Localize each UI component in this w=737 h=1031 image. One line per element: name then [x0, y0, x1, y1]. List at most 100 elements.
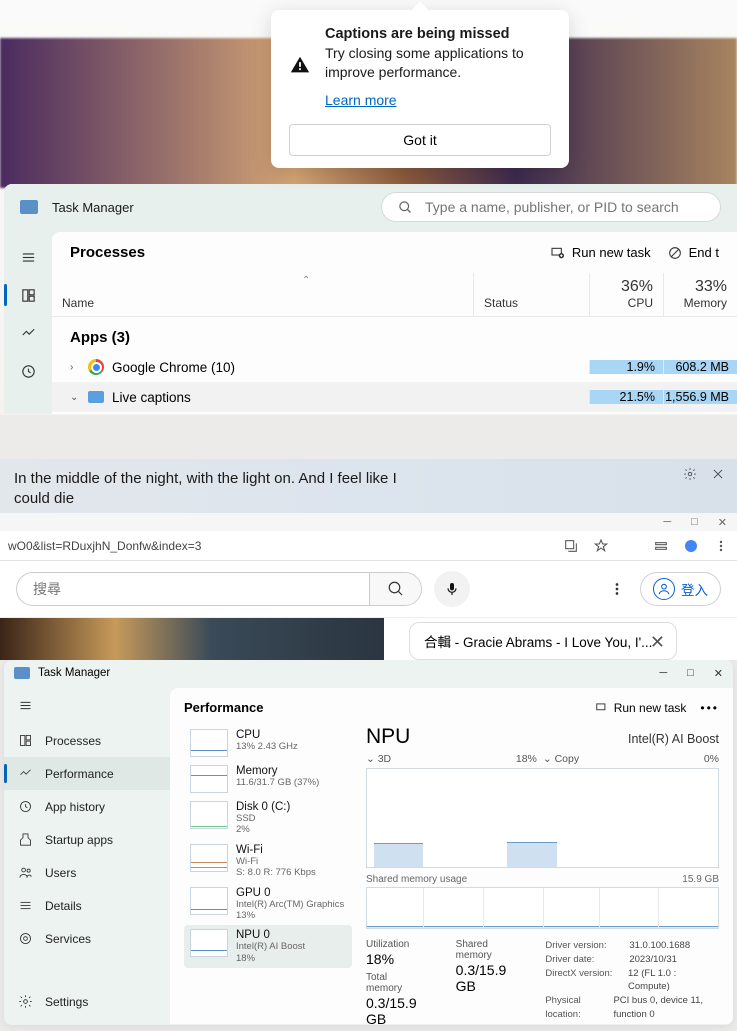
extensions-icon[interactable] [653, 538, 669, 554]
star-icon[interactable] [593, 538, 609, 554]
nav-processes[interactable] [4, 276, 52, 314]
group-apps: Apps (3) [52, 317, 737, 352]
perf-cpu[interactable]: CPU13% 2.43 GHz [184, 725, 352, 761]
run-task-icon [550, 245, 566, 261]
nav-hamburger[interactable] [4, 238, 52, 276]
column-name[interactable]: Name [52, 273, 473, 316]
wifi-spark-icon [190, 844, 228, 872]
column-cpu[interactable]: 36%CPU [589, 273, 663, 316]
more-icon[interactable] [608, 580, 626, 598]
copy-dropdown[interactable]: ⌄ Copy [543, 753, 579, 765]
search-box[interactable] [381, 192, 721, 222]
playlist-card[interactable]: 合輯 - Gracie Abrams - I Love You, I'... [409, 622, 677, 660]
perf-wifi[interactable]: Wi-FiWi-FiS: 8.0 R: 776 Kbps [184, 840, 352, 883]
search-icon [387, 580, 405, 598]
task-manager-performance-window: Task Manager ─ □ ✕ Processes Performance… [4, 660, 733, 1025]
nav-services[interactable]: Services [4, 922, 170, 955]
npu-spark-icon [190, 929, 228, 957]
more-icon[interactable] [713, 538, 729, 554]
npu-3d-chart [366, 768, 719, 868]
nav-hamburger[interactable] [4, 692, 170, 724]
microphone-icon [444, 581, 460, 597]
close-icon[interactable]: ✕ [650, 632, 665, 653]
task-manager-window: Task Manager Processes Run ne [4, 184, 737, 414]
perf-gpu[interactable]: GPU 0Intel(R) Arc(TM) Graphics13% [184, 883, 352, 926]
window-title: Task Manager [38, 667, 110, 679]
minimize-button[interactable]: ─ [659, 667, 667, 680]
live-captions-bar: In the middle of the night, with the lig… [0, 459, 737, 513]
nav-users[interactable]: Users [4, 856, 170, 889]
column-memory[interactable]: 33%Memory [663, 273, 737, 316]
caption-text: In the middle of the night, with the lig… [14, 469, 414, 503]
youtube-search[interactable] [16, 572, 422, 606]
task-manager-icon [14, 667, 30, 679]
npu-title: NPU [366, 725, 410, 749]
maximize-button[interactable]: □ [691, 516, 698, 528]
table-header: ⌃ Name Status 36%CPU 33%Memory [52, 273, 737, 317]
gpu-spark-icon [190, 887, 228, 915]
table-row[interactable]: ›Google Chrome (10) 1.9% 608.2 MB [52, 352, 737, 382]
page-title: Processes [70, 244, 145, 261]
perf-memory[interactable]: Memory11.6/31.7 GB (37%) [184, 761, 352, 797]
column-status[interactable]: Status [473, 273, 589, 316]
share-icon[interactable] [563, 538, 579, 554]
page-title: Performance [184, 700, 263, 715]
profile-icon[interactable] [683, 538, 699, 554]
gear-icon[interactable] [683, 467, 697, 481]
window-title: Task Manager [52, 200, 134, 215]
run-new-task-button[interactable]: Run new task [595, 701, 687, 715]
close-button[interactable]: ✕ [714, 667, 723, 680]
nav-performance[interactable] [4, 314, 52, 352]
nav-performance[interactable]: Performance [4, 757, 170, 790]
video-thumbnail[interactable] [0, 618, 384, 660]
maximize-button[interactable]: □ [687, 667, 694, 680]
search-icon [398, 200, 413, 215]
person-icon [653, 578, 675, 600]
close-button[interactable]: ✕ [718, 516, 727, 529]
end-task-button[interactable]: End t [667, 245, 719, 261]
memory-spark-icon [190, 765, 228, 793]
nav-history[interactable] [4, 352, 52, 390]
notification-description: Try closing some applications to improve… [325, 44, 551, 82]
search-input[interactable] [425, 199, 704, 215]
browser-window: ─ □ ✕ wO0&list=RDuxjhN_Donfw&index=3 [0, 513, 737, 660]
login-button[interactable]: 登入 [640, 572, 721, 606]
close-icon[interactable] [711, 467, 725, 481]
run-new-task-button[interactable]: Run new task [550, 245, 651, 261]
youtube-search-input[interactable] [17, 573, 369, 605]
address-bar[interactable]: wO0&list=RDuxjhN_Donfw&index=3 [8, 539, 553, 553]
table-row[interactable]: ⌄Live captions 21.5% 1,556.9 MB [52, 382, 737, 412]
nav-settings[interactable]: Settings [4, 985, 170, 1018]
nav-app-history[interactable]: App history [4, 790, 170, 823]
chevron-right-icon[interactable]: › [70, 362, 80, 373]
captions-warning-notification: Captions are being missed Try closing so… [271, 10, 569, 168]
youtube-search-button[interactable] [369, 573, 421, 605]
nav-processes[interactable]: Processes [4, 724, 170, 757]
more-button[interactable]: ••• [700, 701, 719, 715]
live-captions-icon [88, 391, 104, 403]
warning-icon [289, 54, 311, 76]
npu-subtitle: Intel(R) AI Boost [628, 732, 719, 746]
total-mem-value: 0.3/15.9 GB [366, 995, 426, 1025]
cpu-spark-icon [190, 729, 228, 757]
voice-search-button[interactable] [434, 571, 470, 607]
minimize-button[interactable]: ─ [663, 516, 671, 528]
total-mem-label: Total memory [366, 972, 426, 994]
util-label: Utilization [366, 939, 426, 950]
shm-label: Shared memory [456, 939, 516, 961]
task-manager-icon [20, 200, 38, 214]
nav-details[interactable]: Details [4, 889, 170, 922]
run-task-icon [595, 701, 609, 715]
perf-disk[interactable]: Disk 0 (C:)SSD2% [184, 797, 352, 840]
shm-value: 0.3/15.9 GB [456, 962, 516, 994]
sort-indicator-icon: ⌃ [302, 275, 310, 286]
learn-more-link[interactable]: Learn more [325, 92, 397, 108]
got-it-button[interactable]: Got it [289, 124, 551, 156]
nav-startup[interactable]: Startup apps [4, 823, 170, 856]
perf-npu[interactable]: NPU 0Intel(R) AI Boost18% [184, 925, 352, 968]
util-value: 18% [366, 951, 426, 967]
chrome-icon [88, 359, 104, 375]
chevron-down-icon[interactable]: ⌄ [70, 392, 80, 403]
view-3d-dropdown[interactable]: ⌄ 3D [366, 753, 391, 765]
notification-title: Captions are being missed [325, 26, 551, 42]
